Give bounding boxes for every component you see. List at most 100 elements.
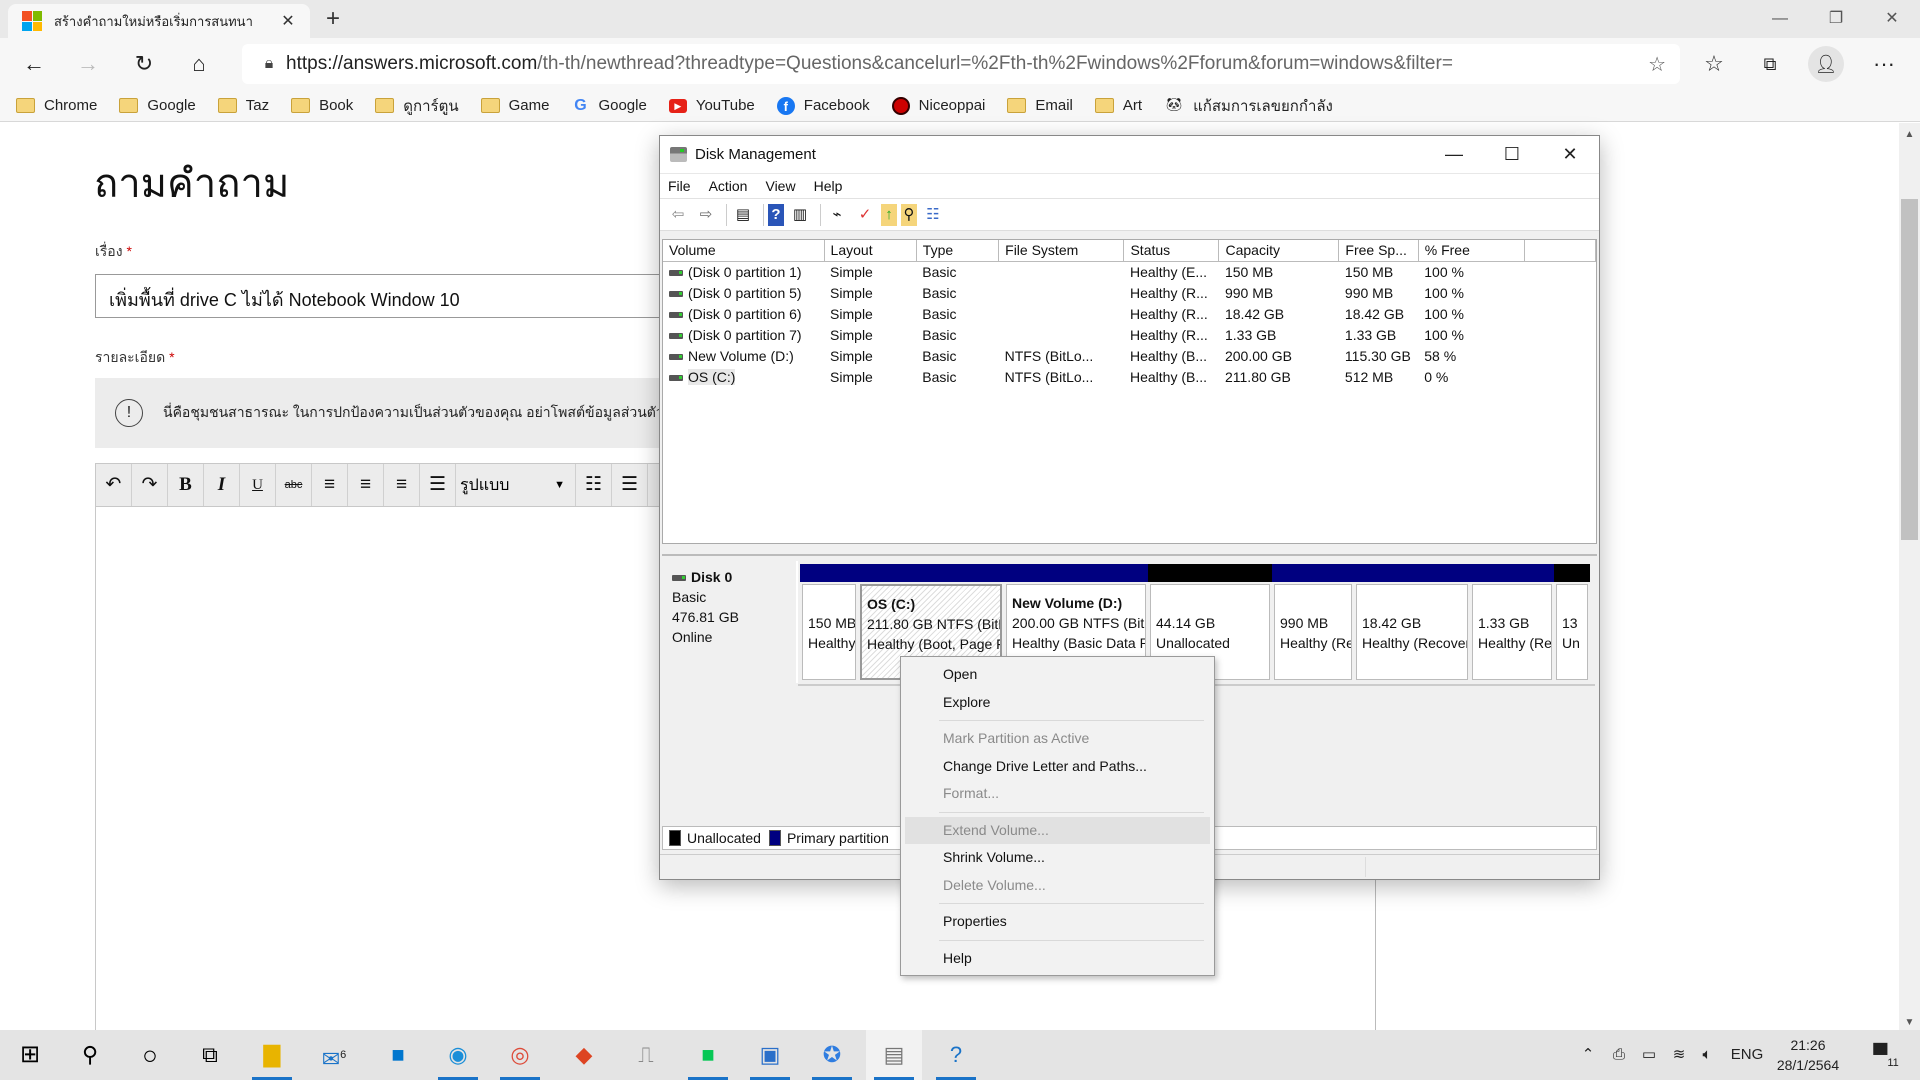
menu-item-open[interactable]: Open — [901, 661, 1214, 689]
volume-row[interactable]: (Disk 0 partition 5) Simple Basic Healthy (… — [663, 282, 1596, 303]
bookmark-10[interactable]: Email — [1007, 97, 1073, 114]
primary-partition[interactable]: 1.33 GB Healthy (Recovery Partition) — [1470, 564, 1554, 682]
column-header[interactable]: Capacity — [1218, 240, 1340, 262]
strikethrough-button[interactable]: abc — [276, 464, 312, 506]
bullet-list-button[interactable]: ☷ — [576, 464, 612, 506]
add-favorite-icon[interactable]: ☆ — [1648, 52, 1666, 77]
redo-button[interactable]: ↷ — [132, 464, 168, 506]
profile-icon[interactable]: 👤︎ — [1808, 46, 1844, 82]
check-icon[interactable]: ✓ — [853, 204, 877, 226]
notification-center-icon[interactable]: ▀11 — [1866, 1030, 1906, 1080]
menu-help[interactable]: Help — [814, 178, 843, 194]
connect-disk-icon[interactable]: ⌁ — [825, 204, 849, 226]
close-window-button[interactable]: ✕ — [1864, 0, 1920, 38]
column-header[interactable]: File System — [998, 240, 1125, 262]
column-header[interactable]: % Free — [1418, 240, 1526, 262]
app-icon[interactable]: ✪ — [804, 1030, 860, 1080]
scroll-down-icon[interactable]: ▼ — [1899, 1017, 1920, 1028]
sketchup-icon[interactable]: ◆ — [556, 1030, 612, 1080]
primary-partition[interactable]: 150 MB Healthy (EFI System Partition) — [800, 564, 858, 682]
bookmark-7[interactable]: ▶ YouTube — [668, 97, 755, 114]
bookmark-1[interactable]: Google — [119, 97, 196, 114]
menu-item-explore[interactable]: Explore — [901, 689, 1214, 717]
search-icon[interactable]: ⚲ — [62, 1030, 118, 1080]
menu-item-mark-partition-as-active[interactable]: Mark Partition as Active — [901, 725, 1214, 753]
clock[interactable]: 21:26 28/1/2564 — [1768, 1035, 1848, 1075]
volume-row[interactable]: (Disk 0 partition 1) Simple Basic Healthy (… — [663, 261, 1596, 282]
collections-icon[interactable]: ⧉ — [1752, 46, 1788, 82]
menu-file[interactable]: File — [668, 178, 691, 194]
scrollbar-thumb[interactable] — [1901, 199, 1918, 540]
battery-warning-icon[interactable]: ▭ — [1636, 1030, 1662, 1080]
align-left-button[interactable]: ≡ — [312, 464, 348, 506]
help-icon[interactable]: ? — [768, 203, 784, 226]
forward-button[interactable]: → — [70, 46, 106, 82]
show-hidden-icons[interactable]: ⌃ — [1576, 1030, 1600, 1080]
close-button[interactable]: ✕ — [1541, 144, 1599, 165]
dell-icon[interactable]: ■ — [370, 1030, 426, 1080]
favorites-icon[interactable]: ☆ — [1696, 46, 1732, 82]
menu-item-shrink-volume[interactable]: Shrink Volume... — [901, 844, 1214, 872]
align-center-button[interactable]: ≡ — [348, 464, 384, 506]
bold-button[interactable]: B — [168, 464, 204, 506]
menu-item-help[interactable]: Help — [901, 945, 1214, 973]
details-editor[interactable] — [95, 507, 715, 1030]
language-indicator[interactable]: ENG — [1728, 1030, 1766, 1080]
control-panel-icon[interactable]: ▣ — [742, 1030, 798, 1080]
wifi-icon[interactable]: ≋ — [1666, 1030, 1692, 1080]
get-help-icon[interactable]: ? — [928, 1030, 984, 1080]
volume-row[interactable]: New Volume (D:) Simple Basic NTFS (BitLo...… — [663, 345, 1596, 366]
properties-list-icon[interactable]: ☷ — [921, 204, 945, 226]
undo-button[interactable]: ↶ — [96, 464, 132, 506]
search-folder-icon[interactable]: ⚲ — [901, 203, 917, 226]
volume-row[interactable]: OS (C:) Simple Basic NTFS (BitLo... Healthy … — [663, 366, 1596, 387]
line-icon[interactable]: ■ — [680, 1030, 736, 1080]
resource-monitor-icon[interactable]: ⎍ — [618, 1030, 674, 1080]
show-hide-console-tree-icon[interactable]: ▤ — [731, 204, 755, 226]
back-button[interactable]: ← — [16, 46, 52, 82]
meet-now-icon[interactable]: ⎙ — [1606, 1030, 1632, 1080]
column-header[interactable]: Status — [1123, 240, 1220, 262]
unallocated-partition[interactable]: 13 Un — [1554, 564, 1590, 682]
volume-icon[interactable]: 🔈︎ — [1694, 1030, 1720, 1080]
import-icon[interactable]: ↑ — [881, 203, 897, 226]
minimize-button[interactable]: — — [1752, 0, 1808, 38]
maximize-button[interactable]: ☐ — [1483, 144, 1541, 165]
disk-0-info[interactable]: Disk 0 Basic 476.81 GB Online — [662, 561, 798, 683]
menu-item-extend-volume[interactable]: Extend Volume... — [905, 816, 1210, 844]
italic-button[interactable]: I — [204, 464, 240, 506]
browser-tab[interactable]: สร้างคำถามใหม่หรือเริ่มการสนทนา ✕ — [8, 4, 310, 38]
numbered-list-button[interactable]: ☰ — [612, 464, 648, 506]
subject-input[interactable]: เพิ่มพื้นที่ drive C ไม่ได้ Notebook Win… — [95, 274, 715, 318]
forward-arrow-icon[interactable]: ⇨ — [694, 204, 718, 226]
disk-management-taskbar-icon[interactable]: ▤ — [866, 1030, 922, 1080]
bookmark-5[interactable]: Game — [480, 97, 549, 114]
bookmark-12[interactable]: 🐼︎ แก้สมการเลขยกกำลัง — [1164, 94, 1333, 118]
menu-view[interactable]: View — [765, 178, 795, 194]
volume-row[interactable]: (Disk 0 partition 6) Simple Basic Healthy (… — [663, 303, 1596, 324]
window-titlebar[interactable]: Disk Management — ☐ ✕ — [660, 136, 1599, 173]
refresh-button[interactable]: ↻ — [126, 46, 162, 82]
menu-item-delete-volume[interactable]: Delete Volume... — [901, 872, 1214, 900]
cortana-icon[interactable]: ○ — [122, 1030, 178, 1080]
file-explorer-icon[interactable]: ▇ — [244, 1030, 300, 1080]
primary-partition[interactable]: 18.42 GB Healthy (Recovery Partition) — [1354, 564, 1470, 682]
menu-action[interactable]: Action — [709, 178, 748, 194]
bookmark-3[interactable]: Book — [291, 97, 353, 114]
bookmark-11[interactable]: Art — [1094, 97, 1142, 114]
align-right-button[interactable]: ≡ — [384, 464, 420, 506]
address-bar[interactable]: 🔒︎ https://answers.microsoft.com /th-th/… — [242, 44, 1680, 84]
task-view-icon[interactable]: ⧉ — [182, 1030, 238, 1080]
underline-button[interactable]: U — [240, 464, 276, 506]
bookmark-0[interactable]: Chrome — [16, 97, 97, 114]
format-dropdown[interactable]: รูปแบบ ▼ — [456, 464, 576, 506]
menu-item-change-drive-letter-and-paths[interactable]: Change Drive Letter and Paths... — [901, 753, 1214, 781]
page-scrollbar[interactable]: ▲ ▼ — [1899, 123, 1920, 1030]
restore-button[interactable]: ❐ — [1808, 0, 1864, 38]
edge-icon[interactable]: ◉ — [430, 1030, 486, 1080]
more-menu-icon[interactable]: ··· — [1866, 46, 1902, 82]
scroll-up-icon[interactable]: ▲ — [1899, 129, 1920, 140]
justify-button[interactable]: ☰ — [420, 464, 456, 506]
bookmark-6[interactable]: G Google — [571, 97, 647, 115]
chrome-icon[interactable]: ◎ — [492, 1030, 548, 1080]
